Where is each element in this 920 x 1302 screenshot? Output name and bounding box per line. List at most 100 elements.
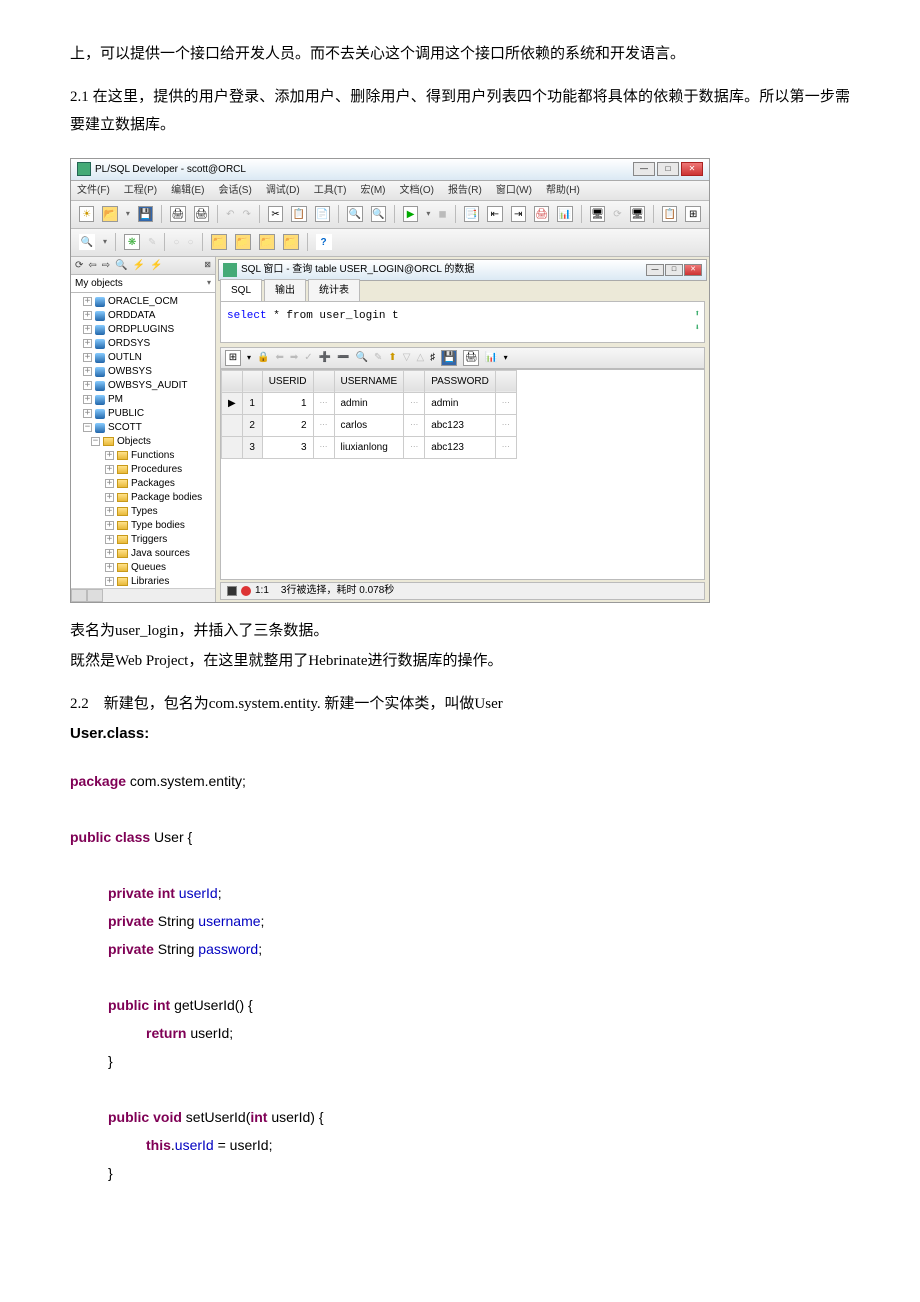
tree-folder[interactable]: +Triggers	[71, 533, 215, 547]
tb-icon[interactable]: 📑	[464, 206, 479, 222]
tb-save-icon[interactable]: 💾	[138, 206, 153, 222]
menu-edit[interactable]: 编辑(E)	[171, 181, 204, 200]
tb-zoom-icon[interactable]: 🔍	[79, 234, 95, 250]
object-tree[interactable]: +ORACLE_OCM +ORDDATA +ORDPLUGINS +ORDSYS…	[71, 293, 215, 588]
tree-folder[interactable]: +Package bodies	[71, 491, 215, 505]
tb-icon[interactable]: ⇥	[511, 206, 526, 222]
find-icon[interactable]: 🔍	[356, 348, 368, 367]
tb-folder-icon[interactable]: 📁	[283, 234, 299, 250]
nav-icon[interactable]: ➡	[290, 348, 298, 367]
col-password[interactable]: PASSWORD	[425, 370, 496, 392]
close-panel-icon[interactable]: ⊠	[204, 257, 211, 272]
grid-icon[interactable]: ⊞	[225, 350, 241, 366]
edit-icon[interactable]: ✎	[374, 348, 382, 367]
tb-icon[interactable]: ⟳	[613, 205, 621, 224]
nav-icon[interactable]: ▽	[403, 348, 411, 367]
col-username[interactable]: USERNAME	[334, 370, 404, 392]
tree-folder[interactable]: +Procedures	[71, 463, 215, 477]
tb-help-icon[interactable]: ?	[316, 234, 332, 250]
object-filter-dropdown[interactable]: My objects	[71, 275, 215, 293]
child-minimize-button[interactable]: —	[646, 264, 664, 276]
scrollbar-horizontal[interactable]	[71, 588, 215, 602]
result-grid[interactable]: USERID USERNAME PASSWORD ▶1 1⋯ admin⋯ ad…	[220, 369, 705, 580]
close-button[interactable]: ✕	[681, 162, 703, 176]
menu-macro[interactable]: 宏(M)	[360, 181, 385, 200]
tree-user[interactable]: +PUBLIC	[71, 407, 215, 421]
tree-user[interactable]: +OUTLN	[71, 351, 215, 365]
tb-icon[interactable]: 🖥	[630, 206, 645, 222]
tb-new-icon[interactable]: ☀	[79, 206, 94, 222]
tb-copy-icon[interactable]: 📋	[291, 206, 306, 222]
menu-help[interactable]: 帮助(H)	[546, 181, 580, 200]
tb-find-icon[interactable]: 🔍	[347, 206, 362, 222]
tree-user[interactable]: +ORACLE_OCM	[71, 295, 215, 309]
menu-report[interactable]: 报告(R)	[448, 181, 482, 200]
table-row[interactable]: ▶1 1⋯ admin⋯ admin⋯	[222, 392, 517, 414]
tree-objects[interactable]: −Objects	[71, 435, 215, 449]
dropdown-arrow-icon[interactable]: ▾	[126, 206, 130, 221]
nav-icon[interactable]: △	[416, 348, 424, 367]
tb-icon[interactable]: 🖥	[590, 206, 605, 222]
tb-icon[interactable]: ⊞	[685, 206, 700, 222]
tb-paste-icon[interactable]: 📄	[315, 206, 330, 222]
tb-icon[interactable]: ✎	[148, 233, 156, 252]
tb-undo-icon[interactable]: ↶	[226, 205, 234, 224]
add-icon[interactable]: ➕	[319, 348, 331, 367]
tb-icon[interactable]: ❋	[124, 234, 140, 250]
commit-icon[interactable]: ✓	[304, 348, 312, 367]
menu-project[interactable]: 工程(P)	[124, 181, 157, 200]
sort-icon[interactable]: ♯	[430, 348, 435, 367]
filter-icon[interactable]: ⚡	[150, 256, 162, 275]
nav-icon[interactable]: ⇦	[88, 256, 96, 275]
child-close-button[interactable]: ✕	[684, 264, 702, 276]
tb-icon[interactable]: ○	[173, 233, 179, 252]
lock-icon[interactable]: 🔒	[257, 348, 269, 367]
tb-cut-icon[interactable]: ✂	[268, 206, 283, 222]
menu-tools[interactable]: 工具(T)	[314, 181, 347, 200]
dropdown-arrow-icon[interactable]: ▾	[426, 206, 430, 221]
tb-icon[interactable]: ○	[187, 233, 193, 252]
menu-session[interactable]: 会话(S)	[218, 181, 251, 200]
filter-icon[interactable]: ⚡	[133, 256, 145, 275]
col-userid[interactable]: USERID	[262, 370, 313, 392]
tb-stop-icon[interactable]: ◼	[438, 205, 446, 224]
tb-print-icon[interactable]: 🖨	[170, 206, 185, 222]
table-row[interactable]: 3 3⋯ liuxianlong⋯ abc123⋯	[222, 436, 517, 458]
tree-user[interactable]: +OWBSYS	[71, 365, 215, 379]
tb-open-icon[interactable]: 📂	[102, 206, 117, 222]
tree-folder[interactable]: +Type bodies	[71, 519, 215, 533]
child-maximize-button[interactable]: □	[665, 264, 683, 276]
scroll-down-icon[interactable]: ⬇	[695, 320, 700, 337]
tree-folder[interactable]: +Types	[71, 505, 215, 519]
tree-folder[interactable]: +Functions	[71, 449, 215, 463]
tab-output[interactable]: 输出	[264, 279, 306, 301]
tree-user-scott[interactable]: −SCOTT	[71, 421, 215, 435]
menu-window[interactable]: 窗口(W)	[496, 181, 532, 200]
menu-debug[interactable]: 调试(D)	[266, 181, 300, 200]
tree-folder[interactable]: +Packages	[71, 477, 215, 491]
tb-folder-icon[interactable]: 📁	[211, 234, 227, 250]
tb-icon[interactable]: ⇤	[487, 206, 502, 222]
chart-icon[interactable]: 📊	[485, 348, 497, 367]
tree-user[interactable]: +ORDSYS	[71, 337, 215, 351]
tree-folder[interactable]: +Queues	[71, 561, 215, 575]
export-icon[interactable]: ⬆	[388, 348, 396, 367]
tb-print2-icon[interactable]: 🖨	[194, 206, 209, 222]
tb-folder-icon[interactable]: 📁	[235, 234, 251, 250]
tree-user[interactable]: +OWBSYS_AUDIT	[71, 379, 215, 393]
tree-folder[interactable]: +Java sources	[71, 547, 215, 561]
save-icon[interactable]: 💾	[441, 350, 457, 366]
dropdown-arrow-icon[interactable]: ▾	[103, 234, 107, 249]
tb-replace-icon[interactable]: 🔍	[371, 206, 386, 222]
find-icon[interactable]: 🔍	[115, 256, 127, 275]
tree-user[interactable]: +ORDPLUGINS	[71, 323, 215, 337]
tree-folder[interactable]: +Libraries	[71, 575, 215, 588]
tab-sql[interactable]: SQL	[220, 279, 262, 301]
del-icon[interactable]: ➖	[337, 348, 349, 367]
sql-editor[interactable]: select * from user_login t ⬆ ⬇	[220, 301, 705, 343]
menu-document[interactable]: 文档(O)	[399, 181, 433, 200]
maximize-button[interactable]: □	[657, 162, 679, 176]
tb-icon[interactable]: 📋	[662, 206, 677, 222]
nav-icon[interactable]: ⇨	[102, 256, 110, 275]
minimize-button[interactable]: —	[633, 162, 655, 176]
